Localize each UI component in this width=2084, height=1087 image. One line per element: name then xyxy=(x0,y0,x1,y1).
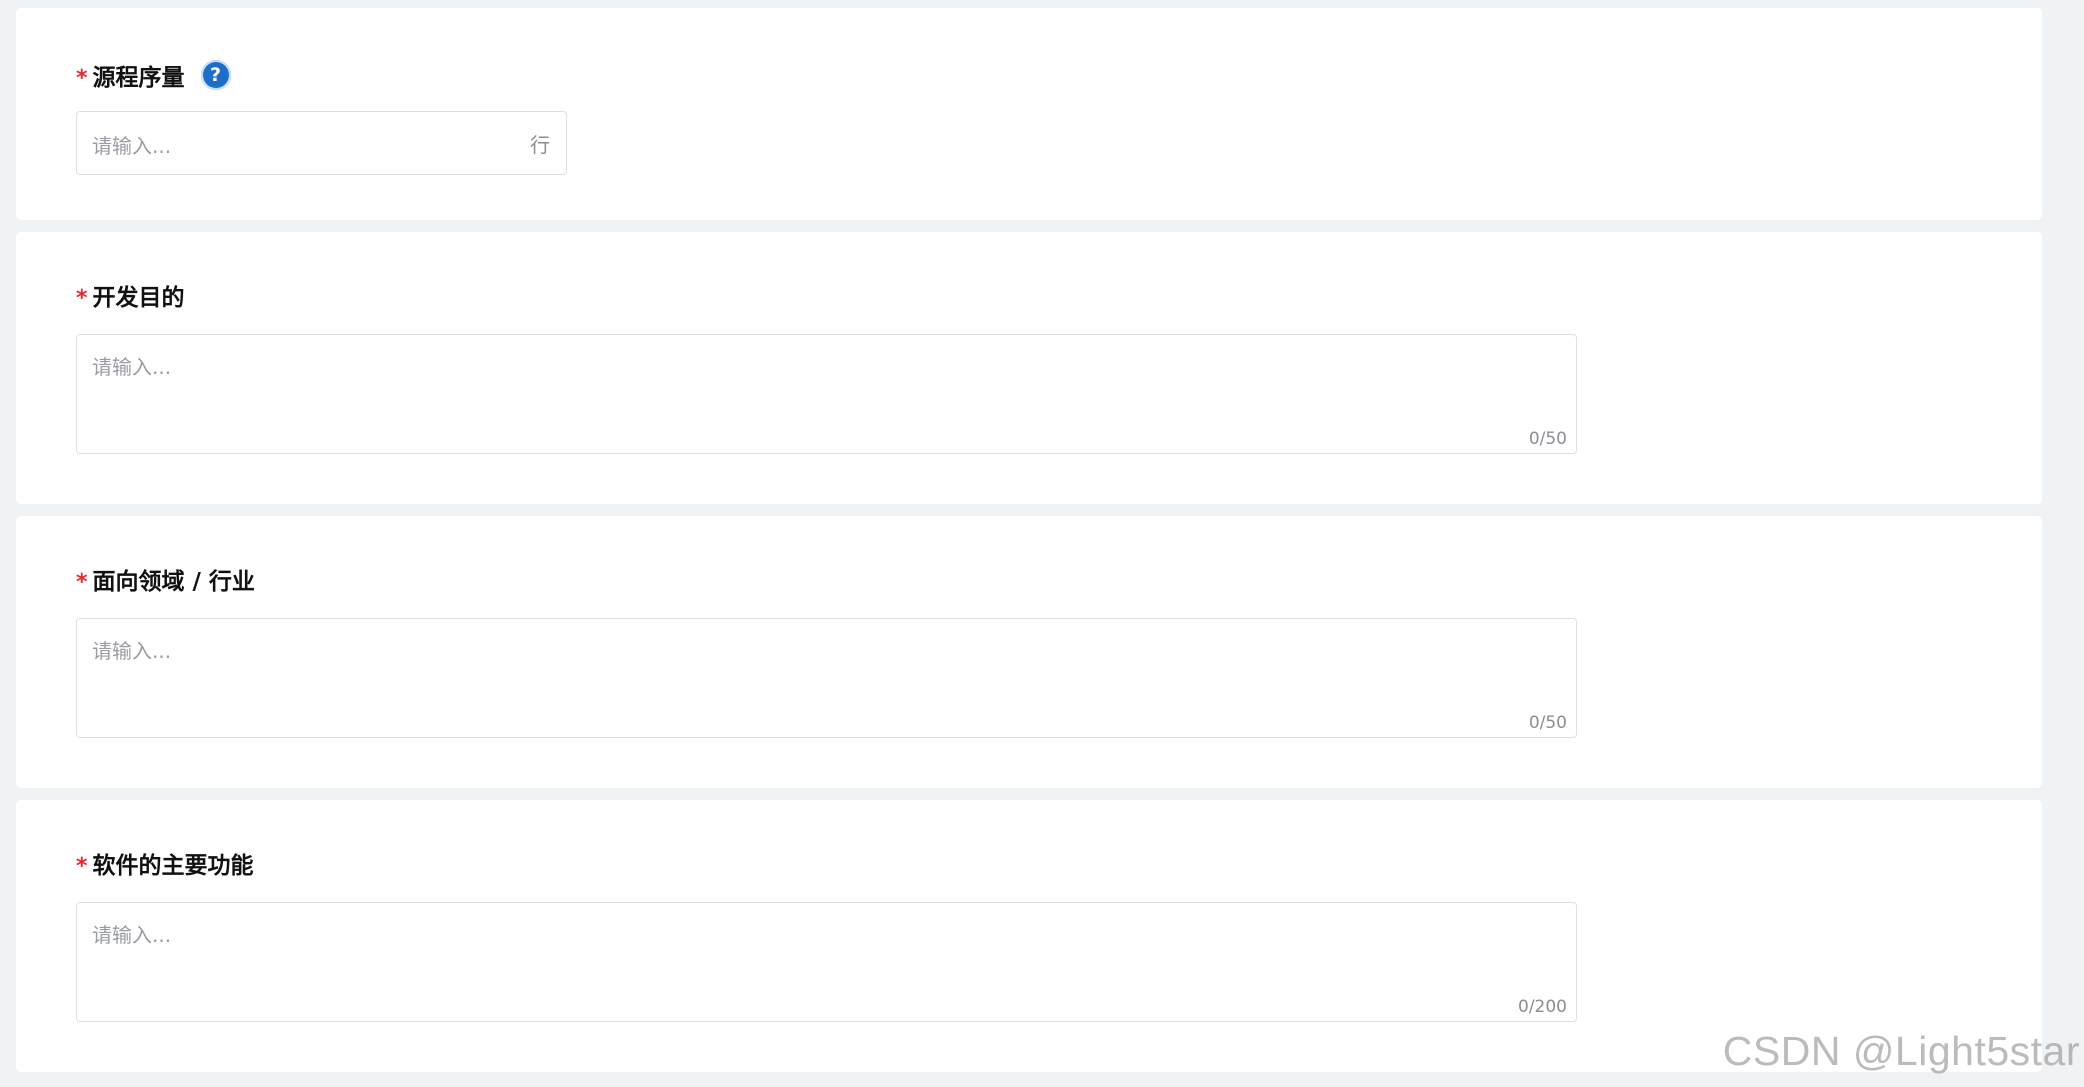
domain-textarea[interactable]: 请输入... 0/50 xyxy=(76,618,1577,738)
label-text: 源程序量 xyxy=(92,65,185,91)
main-functions-textarea[interactable]: 请输入... 0/200 xyxy=(76,902,1577,1022)
main-functions-placeholder: 请输入... xyxy=(92,923,172,947)
required-mark: * xyxy=(76,285,88,311)
source-lines-placeholder: 请输入... xyxy=(92,134,172,158)
dev-purpose-textarea[interactable]: 请输入... 0/50 xyxy=(76,334,1577,454)
question-circle-icon[interactable]: ? xyxy=(200,60,231,90)
label-text: 软件的主要功能 xyxy=(92,853,254,879)
form-card-source-lines: * 源程序量 ? 请输入... 行 xyxy=(16,8,2042,220)
char-counter: 0/50 xyxy=(1528,713,1567,733)
field-label-source-lines: * 源程序量 ? xyxy=(76,58,231,92)
form-card-dev-purpose: * 开发目的 请输入... 0/50 xyxy=(16,232,2042,504)
label-text: 面向领域 / 行业 xyxy=(92,569,255,595)
source-lines-input[interactable]: 请输入... 行 xyxy=(76,111,567,175)
char-counter: 0/200 xyxy=(1518,997,1567,1017)
csdn-watermark: CSDN @Light5star xyxy=(1722,1028,2080,1074)
unit-suffix: 行 xyxy=(530,133,550,157)
form-card-domain: * 面向领域 / 行业 请输入... 0/50 xyxy=(16,516,2042,788)
field-label-dev-purpose: * 开发目的 xyxy=(76,278,185,312)
required-mark: * xyxy=(76,853,88,879)
char-counter: 0/50 xyxy=(1528,429,1567,449)
dev-purpose-placeholder: 请输入... xyxy=(92,355,172,379)
domain-placeholder: 请输入... xyxy=(92,639,172,663)
field-label-domain: * 面向领域 / 行业 xyxy=(76,562,255,596)
required-mark: * xyxy=(76,65,88,91)
label-text: 开发目的 xyxy=(92,285,185,311)
required-mark: * xyxy=(76,569,88,595)
field-label-main-functions: * 软件的主要功能 xyxy=(76,846,254,880)
